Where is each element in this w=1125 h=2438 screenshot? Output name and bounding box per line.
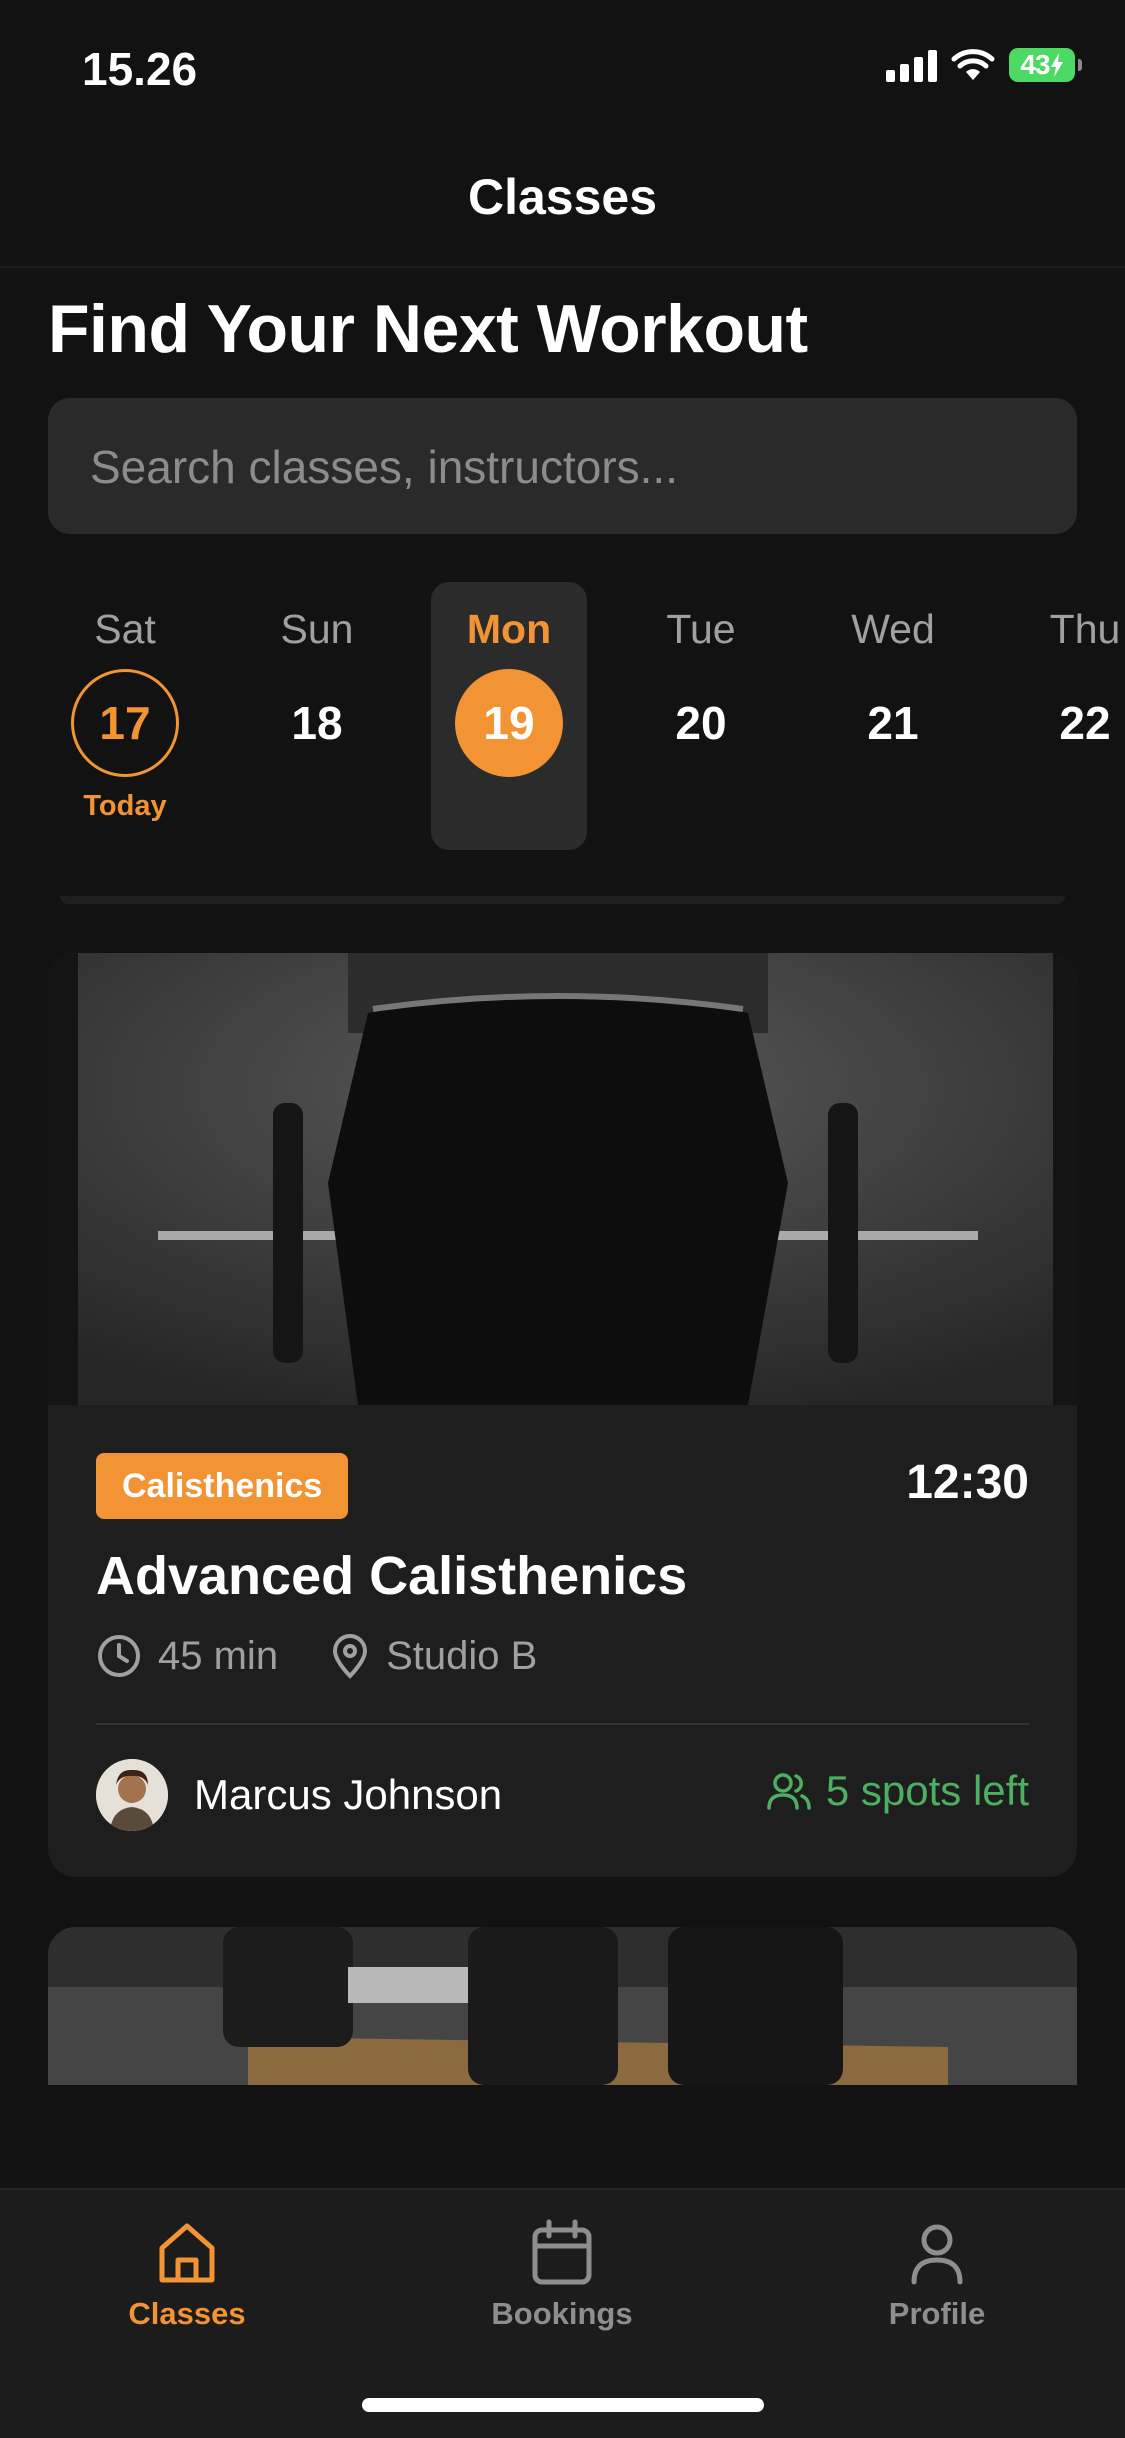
location-text: Studio B: [386, 1633, 538, 1678]
day-date: 18: [291, 697, 343, 749]
duration-text: 45 min: [158, 1633, 279, 1678]
class-title: Advanced Calisthenics: [96, 1546, 688, 1606]
clock-icon: [98, 1635, 140, 1677]
wifi-icon: [951, 49, 995, 80]
tab-label: Classes: [128, 2296, 246, 2331]
nav-divider: [0, 266, 1125, 268]
home-icon: [159, 2223, 215, 2283]
day-mon[interactable]: Mon 19: [431, 582, 587, 850]
day-name: Wed: [851, 606, 935, 652]
avatar: [96, 1759, 168, 1831]
tab-label: Bookings: [491, 2296, 633, 2331]
section-divider: [60, 896, 1065, 904]
battery-level: 43: [1020, 49, 1050, 80]
barbell-athlete-photo: [48, 953, 1077, 1405]
day-date: 19: [455, 669, 563, 777]
tab-label: Profile: [888, 2296, 986, 2331]
charging-bolt-icon: [1050, 53, 1063, 77]
users-icon: [767, 1773, 811, 1810]
day-sat[interactable]: Sat 17 Today: [47, 582, 203, 850]
day-date: 21: [867, 697, 919, 749]
category-badge: Calisthenics: [96, 1453, 349, 1519]
day-thu[interactable]: Thu 22: [1007, 582, 1125, 850]
class-time: 12:30: [906, 1456, 1029, 1509]
class-card[interactable]: Calisthenics 12:30 Advanced Calisthenics…: [48, 953, 1077, 1877]
search-input[interactable]: [88, 398, 1041, 536]
card-divider: [96, 1723, 1029, 1725]
day-date: 17: [71, 669, 179, 777]
duration: 45 min: [96, 1633, 278, 1679]
tab-classes[interactable]: Classes: [57, 2218, 317, 2332]
location: Studio B: [330, 1633, 537, 1679]
spots-text: 5 spots left: [825, 1767, 1029, 1814]
instructor-name: Marcus Johnson: [194, 1771, 503, 1818]
cellular-signal-icon: [886, 48, 937, 82]
day-name: Tue: [666, 606, 736, 652]
day-tue[interactable]: Tue 20: [623, 582, 779, 850]
search-field[interactable]: [48, 398, 1077, 536]
class-meta: 45 min Studio B: [96, 1633, 589, 1679]
status-icons: 43: [886, 48, 1082, 82]
status-bar: 15.26 43: [0, 0, 1125, 130]
home-indicator: [362, 2398, 764, 2412]
location-pin-icon: [333, 1634, 368, 1679]
page-heading: Find Your Next Workout: [48, 291, 808, 367]
day-date: 22: [1059, 697, 1111, 749]
day-name: Mon: [466, 606, 552, 652]
status-time: 15.26: [82, 43, 198, 95]
calendar-icon: [532, 2219, 592, 2285]
class-card[interactable]: [48, 1927, 1077, 2085]
day-name: Sun: [280, 606, 354, 652]
tab-profile[interactable]: Profile: [807, 2218, 1067, 2332]
day-wed[interactable]: Wed 21: [815, 582, 971, 850]
today-label: Today: [83, 790, 167, 822]
instructor: Marcus Johnson: [96, 1759, 502, 1831]
dumbbells-photo: [48, 1927, 1077, 2085]
day-date: 20: [675, 697, 727, 749]
tab-bookings[interactable]: Bookings: [432, 2218, 692, 2332]
spots-remaining: 5 spots left: [766, 1767, 1029, 1815]
date-selector: Sat 17 Today Sun 18 Mon 19 Tue 20 Wed 21…: [0, 582, 1125, 852]
day-sun[interactable]: Sun 18: [239, 582, 395, 850]
nav-title: Classes: [467, 169, 658, 225]
battery-icon: 43: [1009, 48, 1082, 82]
day-name: Sat: [94, 606, 156, 652]
class-card-body: Calisthenics 12:30 Advanced Calisthenics…: [48, 1405, 1077, 1877]
day-name: Thu: [1049, 606, 1121, 652]
person-icon: [911, 2224, 963, 2285]
